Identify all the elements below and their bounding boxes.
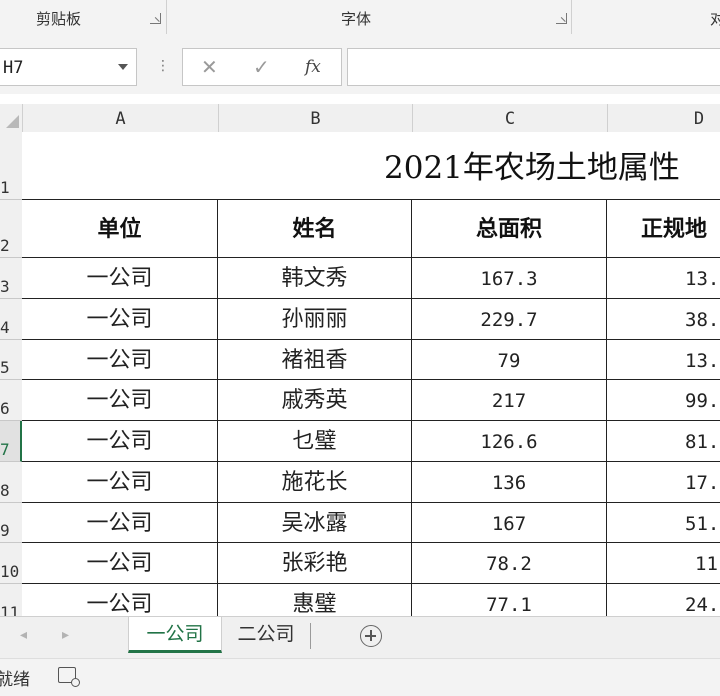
table-cell[interactable]: 一公司	[22, 258, 218, 299]
row-number: 2	[0, 236, 10, 255]
sheet-tab-company-1[interactable]: 一公司	[128, 617, 222, 653]
table-cell[interactable]: 51.5	[607, 503, 720, 543]
row-header-6[interactable]: 6	[0, 380, 22, 421]
select-all-triangle-icon	[6, 115, 19, 128]
row-header-9[interactable]: 9	[0, 503, 22, 543]
macro-recording-icon[interactable]	[58, 667, 80, 687]
table-cell[interactable]: 13.8	[607, 340, 720, 380]
table-cell[interactable]: 一公司	[22, 584, 218, 616]
table-cell[interactable]: 一公司	[22, 299, 218, 340]
column-header-d[interactable]: D	[607, 104, 720, 132]
row-header-5[interactable]: 5	[0, 340, 22, 380]
table-cell[interactable]: 229.7	[412, 299, 607, 340]
row-number: 4	[0, 318, 10, 337]
table-cell[interactable]: 惠璧	[218, 584, 412, 616]
ribbon-group-bar: 剪贴板 字体 对	[0, 0, 720, 37]
table-cell[interactable]: 217	[412, 380, 607, 421]
row-number: 3	[0, 277, 10, 296]
chevron-down-icon[interactable]	[118, 64, 128, 70]
formula-buttons: ✕ ✓ fx	[182, 48, 342, 86]
table-cell[interactable]: 戚秀英	[218, 380, 412, 421]
column-header-c[interactable]: C	[412, 104, 607, 132]
scroll-tabs-left-icon[interactable]: ◂	[20, 627, 27, 643]
header-cell-unit[interactable]: 单位	[22, 200, 218, 258]
select-all-corner[interactable]	[0, 104, 22, 132]
row-header-1[interactable]: 1	[0, 132, 22, 200]
table-cell[interactable]: 一公司	[22, 380, 218, 421]
header-cell-total-area[interactable]: 总面积	[412, 200, 607, 258]
insert-function-icon[interactable]: fx	[305, 57, 321, 77]
ribbon-group-alignment: 对	[572, 0, 720, 36]
formula-input[interactable]	[347, 48, 720, 86]
table-cell[interactable]: 一公司	[22, 462, 218, 503]
table-cell[interactable]: 79	[412, 340, 607, 380]
ribbon-group-label-alignment: 对	[710, 10, 720, 28]
row-number: 8	[0, 481, 10, 500]
table-cell[interactable]: 81.0	[607, 421, 720, 462]
worksheet-grid[interactable]: 2021年农场土地属性 单位 姓名 总面积 正规地 一公司 韩文秀 167.3 …	[22, 132, 720, 616]
table-cell[interactable]: 11	[607, 543, 720, 584]
row-number: 9	[0, 521, 10, 540]
row-header-2[interactable]: 2	[0, 200, 22, 258]
row-number: 7	[0, 440, 10, 459]
ribbon-group-label-clipboard: 剪贴板	[36, 10, 82, 28]
header-cell-regular-land[interactable]: 正规地	[607, 200, 720, 258]
table-cell[interactable]: 167	[412, 503, 607, 543]
table-cell[interactable]: 99.5	[607, 380, 720, 421]
table-cell[interactable]: 一公司	[22, 503, 218, 543]
table-cell[interactable]: 施花长	[218, 462, 412, 503]
scroll-tabs-right-icon[interactable]: ▸	[62, 627, 69, 643]
status-ready-text: 就绪	[0, 670, 30, 690]
table-cell[interactable]: 17.5	[607, 462, 720, 503]
name-box-value: H7	[3, 58, 24, 78]
row-number: 10	[0, 562, 20, 581]
table-cell[interactable]: 78.2	[412, 543, 607, 584]
sheet-tab-bar: ◂ ▸ 一公司 二公司	[0, 616, 720, 659]
table-cell[interactable]: 一公司	[22, 543, 218, 584]
name-box[interactable]: H7	[0, 48, 137, 86]
ribbon-group-font: 字体	[167, 0, 571, 36]
status-bar: 就绪	[0, 658, 720, 696]
header-cell-name[interactable]: 姓名	[218, 200, 412, 258]
table-cell[interactable]: 张彩艳	[218, 543, 412, 584]
cancel-icon[interactable]: ✕	[201, 55, 218, 79]
sheet-tab-company-2[interactable]: 二公司	[222, 617, 310, 653]
table-cell[interactable]: 13.7	[607, 258, 720, 299]
row-header-3[interactable]: 3	[0, 258, 22, 299]
table-cell[interactable]: 一公司	[22, 340, 218, 380]
row-number: 5	[0, 358, 10, 377]
tab-separator	[310, 623, 311, 649]
sheet-title-cell[interactable]: 2021年农场土地属性	[22, 132, 720, 200]
row-header-10[interactable]: 10	[0, 543, 22, 584]
ribbon-group-clipboard: 剪贴板	[0, 0, 166, 36]
table-cell[interactable]: 77.1	[412, 584, 607, 616]
clipboard-dialog-launcher-icon[interactable]	[150, 13, 161, 24]
column-header-b[interactable]: B	[218, 104, 412, 132]
table-cell[interactable]: 167.3	[412, 258, 607, 299]
table-cell[interactable]: 126.6	[412, 421, 607, 462]
enter-icon[interactable]: ✓	[253, 55, 270, 79]
row-header-4[interactable]: 4	[0, 299, 22, 340]
table-cell[interactable]: 孙丽丽	[218, 299, 412, 340]
table-cell[interactable]: 38.0	[607, 299, 720, 340]
ribbon-group-label-font: 字体	[341, 10, 372, 28]
column-header-a[interactable]: A	[22, 104, 218, 132]
row-number: 6	[0, 399, 10, 418]
table-cell[interactable]: 韩文秀	[218, 258, 412, 299]
row-header-7[interactable]: 7	[0, 421, 22, 462]
more-options-icon[interactable]: ⋮	[156, 58, 170, 74]
row-header-8[interactable]: 8	[0, 462, 22, 503]
row-number: 1	[0, 178, 10, 197]
column-header-bar: A B C D	[0, 104, 720, 133]
table-cell[interactable]: 136	[412, 462, 607, 503]
table-cell[interactable]: 一公司	[22, 421, 218, 462]
add-sheet-icon[interactable]	[360, 625, 382, 647]
table-cell[interactable]: 24.8	[607, 584, 720, 616]
table-cell[interactable]: 褚祖香	[218, 340, 412, 380]
font-dialog-launcher-icon[interactable]	[556, 13, 567, 24]
table-cell[interactable]: 乜璧	[218, 421, 412, 462]
table-cell[interactable]: 吴冰露	[218, 503, 412, 543]
